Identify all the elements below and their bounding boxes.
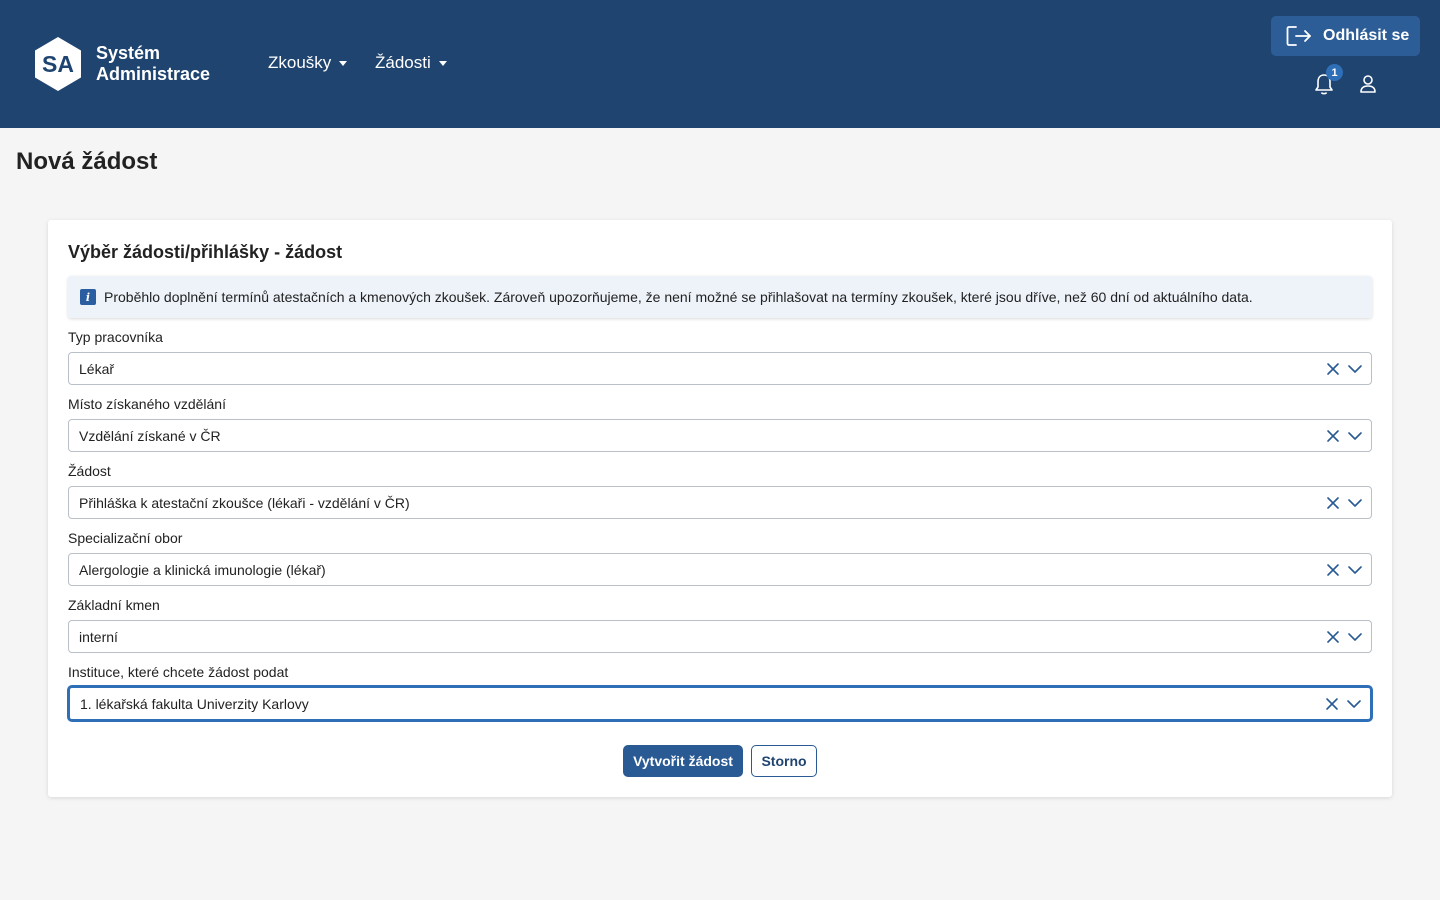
- user-icon[interactable]: [1359, 74, 1377, 94]
- logout-button[interactable]: Odhlásit se: [1271, 16, 1420, 56]
- app-name-line1: Systém: [96, 43, 161, 63]
- field-label-specializacni-obor: Specializační obor: [68, 530, 183, 546]
- logout-label: Odhlásit se: [1323, 27, 1410, 44]
- logout-icon: [1286, 26, 1311, 46]
- top-header: SA Systém Administrace Zkoušky Žádosti O…: [0, 0, 1440, 128]
- request-form-card: Výběr žádosti/přihlášky - žádost i Probě…: [48, 220, 1392, 797]
- create-request-button[interactable]: Vytvořit žádost: [623, 745, 743, 777]
- chevron-down-icon[interactable]: [1348, 632, 1362, 642]
- cancel-button[interactable]: Storno: [751, 745, 817, 777]
- select-zadost[interactable]: Přihláška k atestační zkoušce (lékaři - …: [68, 486, 1372, 519]
- app-name-line2: Administrace: [96, 64, 211, 84]
- select-typ-pracovnika[interactable]: Lékař: [68, 352, 1372, 385]
- clear-x-icon[interactable]: [1326, 563, 1340, 577]
- select-value: 1. lékařská fakulta Univerzity Karlovy: [80, 695, 309, 712]
- chevron-down-icon[interactable]: [1348, 364, 1362, 374]
- clear-x-icon[interactable]: [1326, 496, 1340, 510]
- notification-badge: 1: [1326, 64, 1343, 81]
- select-instituce[interactable]: 1. lékařská fakulta Univerzity Karlovy: [68, 686, 1372, 721]
- select-specializacni-obor[interactable]: Alergologie a klinická imunologie (lékař…: [68, 553, 1372, 586]
- clear-x-icon[interactable]: [1326, 362, 1340, 376]
- info-text: Proběhlo doplnění termínů atestačních a …: [104, 289, 1253, 305]
- svg-text:SA: SA: [42, 51, 74, 77]
- select-value: Přihláška k atestační zkoušce (lékaři - …: [79, 494, 410, 511]
- clear-x-icon[interactable]: [1325, 697, 1339, 711]
- logo-hexagon-icon[interactable]: SA: [33, 36, 83, 92]
- page-title: Nová žádost: [16, 148, 158, 175]
- chevron-down-icon[interactable]: [1348, 498, 1362, 508]
- chevron-down-icon[interactable]: [1348, 431, 1362, 441]
- app-name[interactable]: Systém Administrace: [96, 43, 210, 85]
- field-label-misto-vzdelani: Místo získaného vzdělání: [68, 396, 226, 412]
- select-zakladni-kmen[interactable]: interní: [68, 620, 1372, 653]
- select-value: Lékař: [79, 360, 115, 377]
- select-value: Alergologie a klinická imunologie (lékař…: [79, 561, 326, 578]
- nav-zadosti-dropdown[interactable]: Žádosti: [375, 52, 447, 74]
- nav-zkousky-label: Zkoušky: [268, 53, 332, 72]
- field-label-instituce: Instituce, které chcete žádost podat: [68, 664, 289, 680]
- nav-zkousky-dropdown[interactable]: Zkoušky: [268, 52, 348, 74]
- info-alert: i Proběhlo doplnění termínů atestačních …: [68, 276, 1372, 318]
- select-misto-vzdelani[interactable]: Vzdělání získané v ČR: [68, 419, 1372, 452]
- info-icon: i: [80, 289, 96, 305]
- field-label-zadost: Žádost: [68, 463, 111, 479]
- caret-down-icon: [438, 60, 447, 66]
- select-value: interní: [79, 628, 118, 645]
- clear-x-icon[interactable]: [1326, 630, 1340, 644]
- chevron-down-icon[interactable]: [1348, 565, 1362, 575]
- card-title: Výběr žádosti/přihlášky - žádost: [68, 242, 343, 262]
- chevron-down-icon[interactable]: [1347, 699, 1361, 709]
- clear-x-icon[interactable]: [1326, 429, 1340, 443]
- nav-zadosti-label: Žádosti: [375, 53, 431, 72]
- caret-down-icon: [339, 60, 348, 66]
- select-value: Vzdělání získané v ČR: [79, 427, 221, 444]
- field-label-typ-pracovnika: Typ pracovníka: [68, 329, 163, 345]
- field-label-zakladni-kmen: Základní kmen: [68, 597, 160, 613]
